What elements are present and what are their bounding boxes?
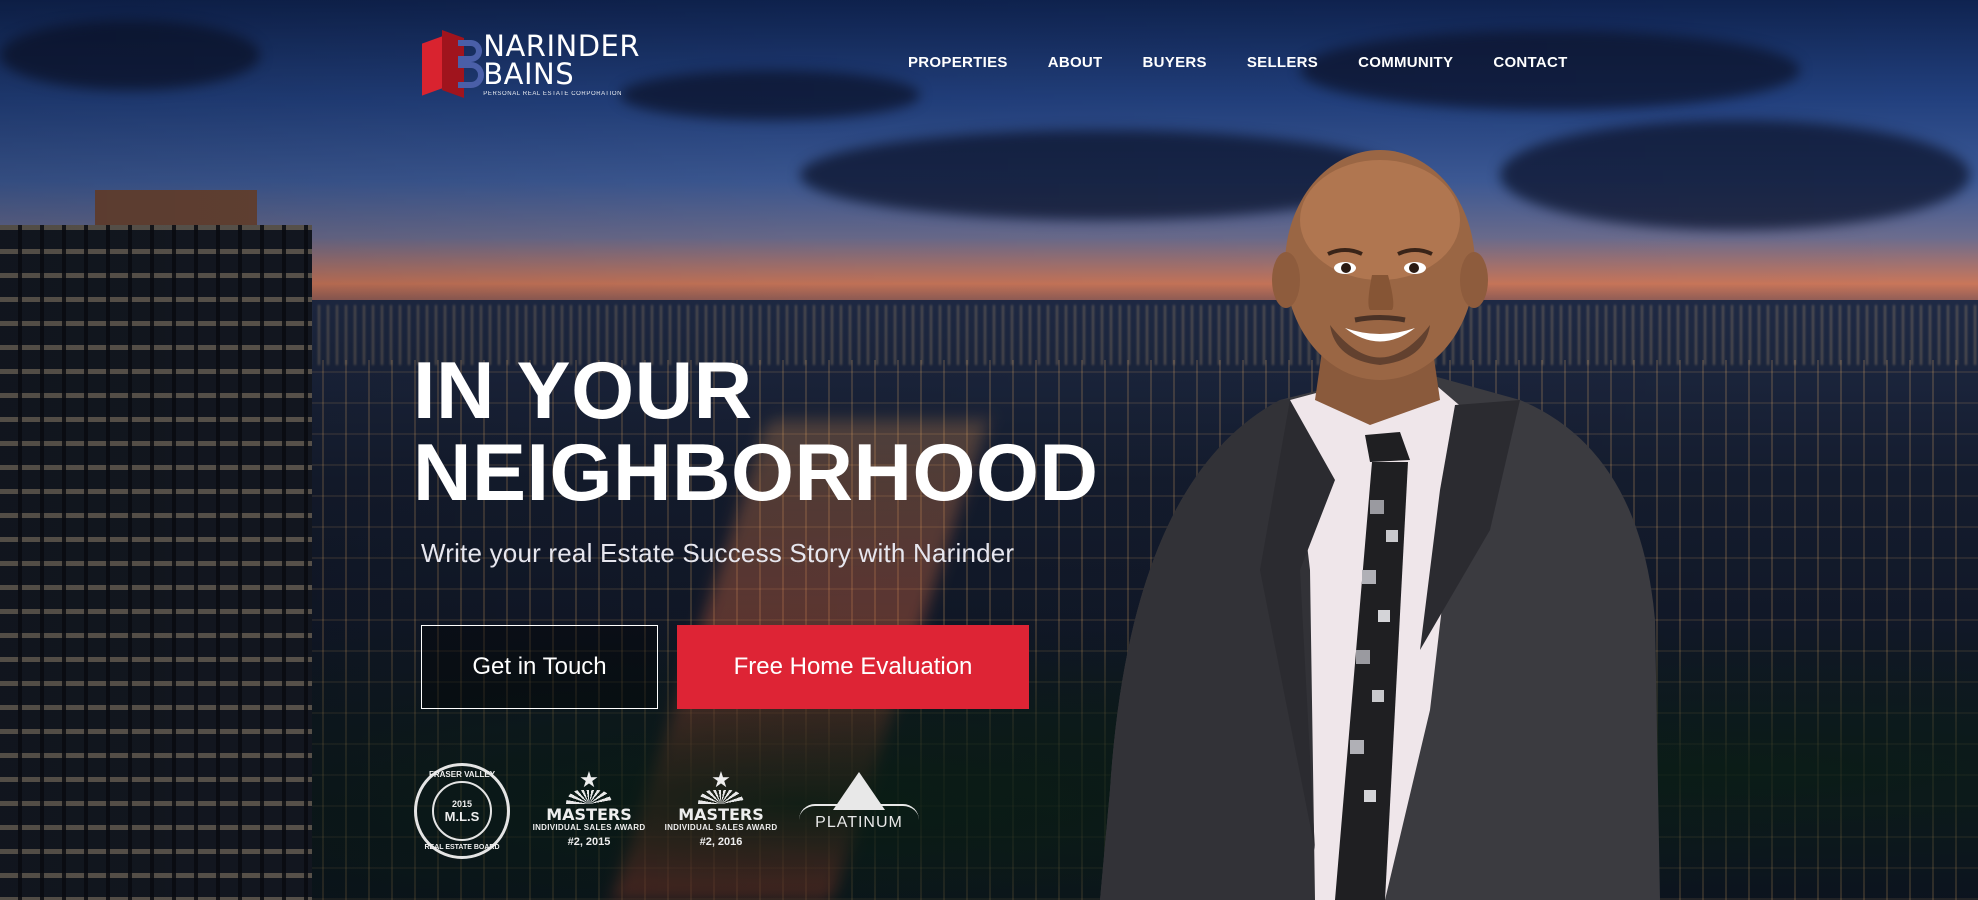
get-in-touch-button[interactable]: Get in Touch [421, 625, 658, 709]
hero-headline: IN YOUR NEIGHBORHOOD [413, 350, 1099, 514]
laurel-fan-icon [566, 790, 612, 804]
award-subtitle: INDIVIDUAL SALES AWARD [664, 823, 778, 832]
award-title: MASTERS [678, 805, 764, 824]
diamond-icon [833, 772, 885, 810]
star-icon: ★ [711, 767, 731, 792]
laurel-fan-icon [698, 790, 744, 804]
star-icon: ★ [579, 767, 599, 792]
award-title: MASTERS [546, 805, 632, 824]
nav-item-community[interactable]: COMMUNITY [1338, 52, 1473, 74]
hero-section: NARINDER BAINS PERSONAL REAL ESTATE CORP… [0, 0, 1978, 900]
nav-item-contact[interactable]: CONTACT [1473, 52, 1587, 74]
masters-award-2015: ★ MASTERS INDIVIDUAL SALES AWARD #2, 201… [524, 767, 654, 849]
agent-portrait [1100, 150, 1660, 900]
brand-name-line2: BAINS [483, 56, 575, 91]
headline-line2: NEIGHBORHOOD [413, 428, 1099, 518]
nb-monogram-icon [420, 29, 484, 99]
main-nav: PROPERTIES ABOUT BUYERS SELLERS COMMUNIT… [888, 52, 1588, 74]
brand-tagline: PERSONAL REAL ESTATE CORPORATION [483, 90, 623, 97]
masters-award-2016: ★ MASTERS INDIVIDUAL SALES AWARD #2, 201… [656, 767, 786, 849]
platinum-award: PLATINUM [799, 772, 919, 832]
award-subtitle: INDIVIDUAL SALES AWARD [532, 823, 646, 832]
free-home-evaluation-button[interactable]: Free Home Evaluation [677, 625, 1029, 709]
award-rank: #2, 2015 [567, 836, 611, 848]
seal-top-text: FRASER VALLEY [428, 770, 496, 779]
fraser-valley-mls-seal: FRASER VALLEY 2015 M.L.S REAL ESTATE BOA… [414, 763, 510, 859]
nav-item-sellers[interactable]: SELLERS [1227, 52, 1338, 74]
brand-logo[interactable]: NARINDER BAINS PERSONAL REAL ESTATE CORP… [420, 28, 640, 100]
headline-line1: IN YOUR [413, 346, 753, 436]
nav-item-about[interactable]: ABOUT [1028, 52, 1123, 74]
seal-center: 2015 M.L.S [432, 781, 492, 841]
platinum-label: PLATINUM [815, 814, 903, 831]
seal-year: 2015 [451, 798, 473, 809]
hero-subheadline: Write your real Estate Success Story wit… [421, 538, 1015, 568]
seal-bottom-text: REAL ESTATE BOARD [424, 844, 500, 851]
nav-item-properties[interactable]: PROPERTIES [888, 52, 1028, 74]
award-rank: #2, 2016 [699, 836, 743, 848]
brand-wordmark: NARINDER BAINS PERSONAL REAL ESTATE CORP… [483, 28, 640, 97]
nav-item-buyers[interactable]: BUYERS [1123, 52, 1227, 74]
seal-mls: M.L.S [444, 808, 480, 824]
brand-name-line1: NARINDER [483, 28, 640, 63]
